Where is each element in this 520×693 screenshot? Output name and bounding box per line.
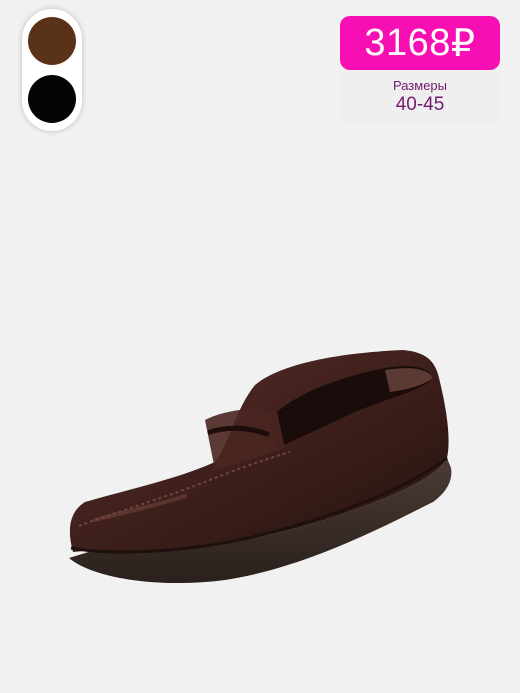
sizes-value: 40-45 (395, 94, 445, 115)
price-value: 3168 (364, 21, 451, 64)
price-card: 3168 ₽ Размеры 40-45 (340, 16, 500, 124)
sizes-label: Размеры (392, 78, 448, 93)
currency-symbol: ₽ (450, 22, 476, 65)
color-swatch-picker (22, 9, 82, 131)
color-swatch-brown[interactable] (28, 17, 76, 65)
product-image (55, 330, 475, 600)
color-swatch-black[interactable] (28, 75, 76, 123)
loafer-illustration (69, 350, 452, 584)
price-badge: 3168 ₽ (340, 16, 500, 70)
